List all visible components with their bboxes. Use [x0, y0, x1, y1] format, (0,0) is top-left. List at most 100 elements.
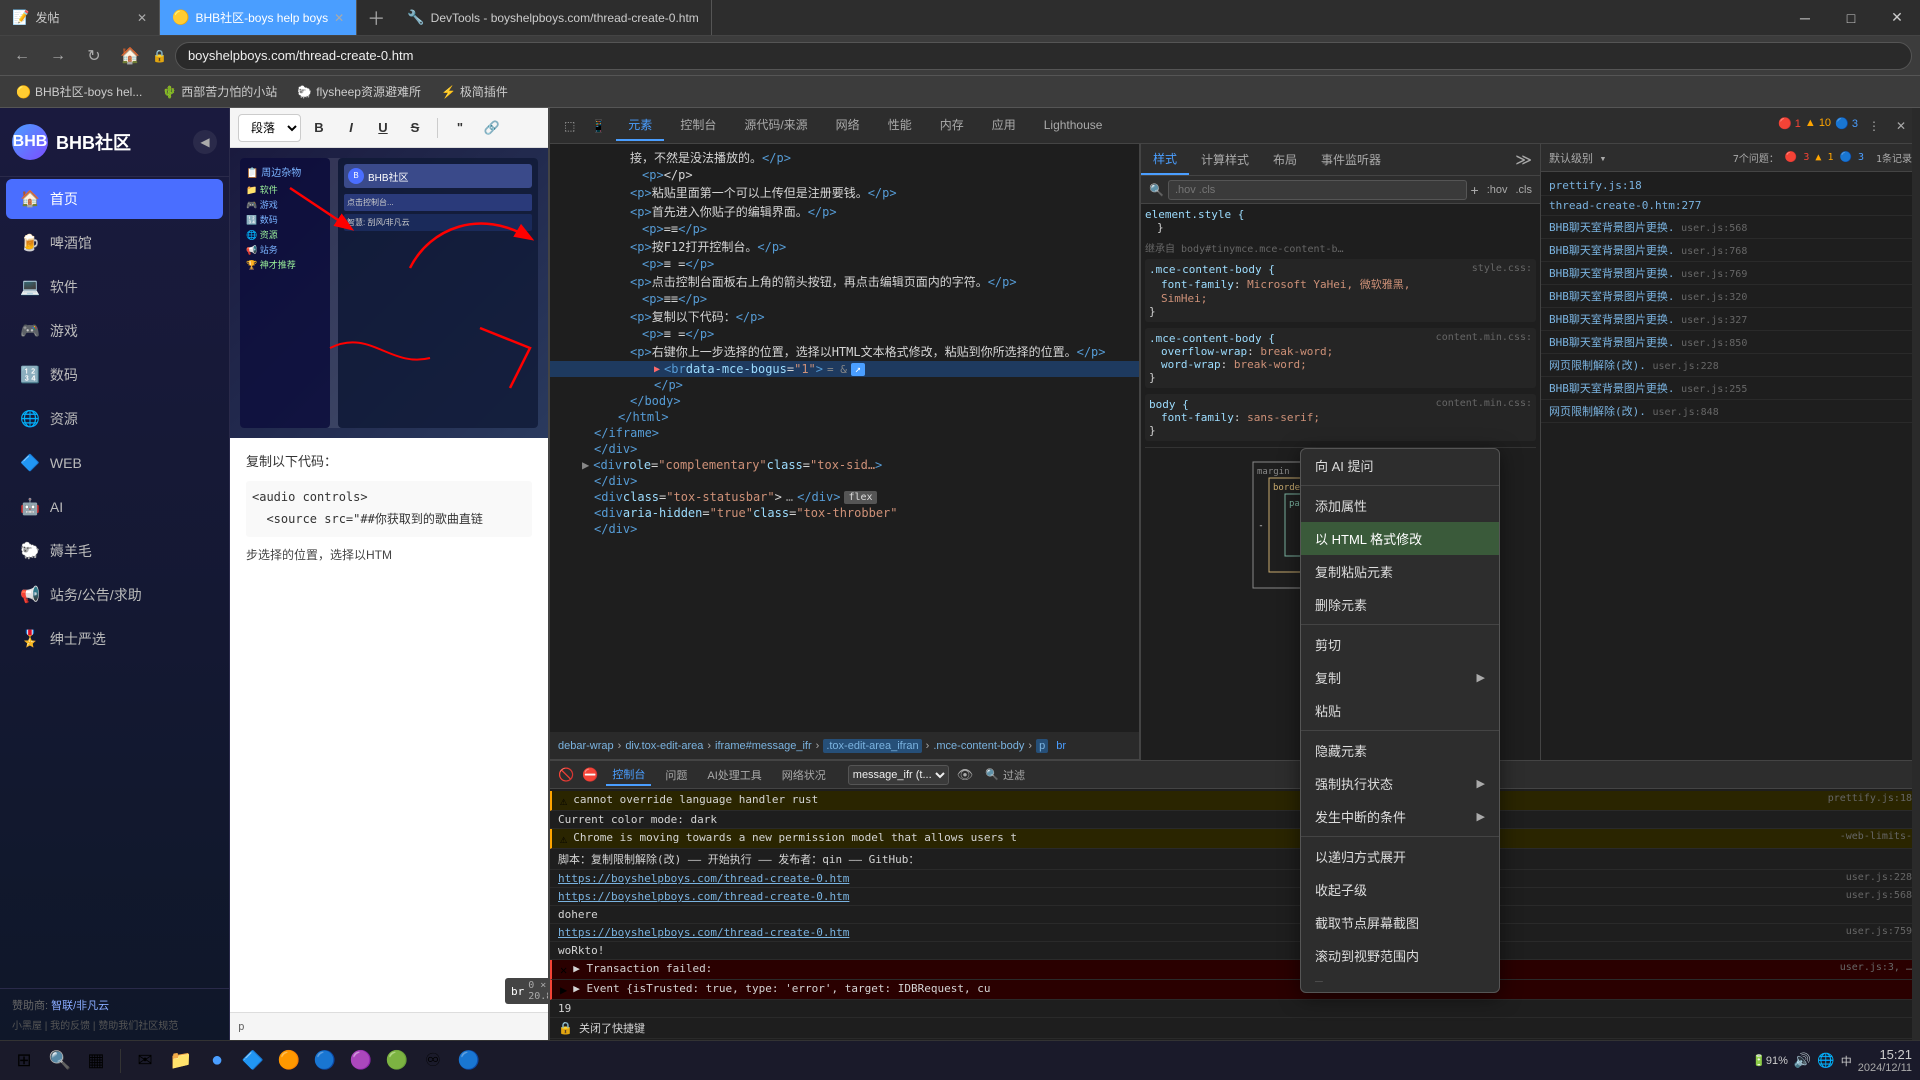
- ctx-item-screenshot[interactable]: 截取节点屏幕截图: [1301, 906, 1499, 939]
- back-button[interactable]: ←: [8, 42, 36, 70]
- ctx-item-hide[interactable]: 隐藏元素: [1301, 734, 1499, 767]
- style-tab-events[interactable]: 事件监听器: [1309, 145, 1393, 174]
- log-link-7[interactable]: BHB聊天室背景图片更换.: [1549, 336, 1675, 349]
- devtools-close-button[interactable]: ✕: [1890, 117, 1912, 135]
- system-clock[interactable]: 15:21 2024/12/11: [1858, 1047, 1912, 1074]
- expand-div[interactable]: ▶: [582, 458, 589, 472]
- dt-tab-performance[interactable]: 性能: [876, 110, 924, 141]
- console-msg-4[interactable]: https://boyshelpboys.com/thread-create-0…: [550, 870, 1920, 888]
- quote-button[interactable]: ": [446, 114, 474, 142]
- expand-element-button[interactable]: ↗: [851, 363, 865, 376]
- explorer-icon[interactable]: 📁: [165, 1045, 197, 1077]
- log-entry-9[interactable]: BHB聊天室背景图片更换. user.js:255: [1541, 377, 1920, 400]
- bookmark-item-0[interactable]: 🟡 BHB社区-boys hel...: [8, 81, 150, 102]
- devtools-mobile-icon[interactable]: 📱: [585, 117, 612, 135]
- console-content[interactable]: ⚠ cannot override language handler rust …: [550, 789, 1920, 1040]
- log-entry-5[interactable]: BHB聊天室背景图片更换. user.js:320: [1541, 285, 1920, 308]
- breadcrumb-item-3[interactable]: .tox-edit-area_ifran: [823, 739, 921, 753]
- sidebar-item-games[interactable]: 🎮 游戏: [6, 311, 223, 351]
- italic-button[interactable]: I: [337, 114, 365, 142]
- task-view-button[interactable]: ▦: [80, 1045, 112, 1077]
- taskbar-icon-4[interactable]: 🔵: [309, 1045, 341, 1077]
- edge-icon[interactable]: 🔷: [237, 1045, 269, 1077]
- html-line-19[interactable]: <div class="tox-statusbar"> … </div> fle…: [550, 489, 1139, 505]
- log-link-4[interactable]: BHB聊天室背景图片更换.: [1549, 267, 1675, 280]
- dt-tab-application[interactable]: 应用: [980, 110, 1028, 141]
- log-link-10[interactable]: 网页限制解除(改).: [1549, 405, 1646, 418]
- breadcrumb-item-4[interactable]: .mce-content-body: [933, 740, 1024, 752]
- log-entry-8[interactable]: 网页限制解除(改). user.js:228: [1541, 354, 1920, 377]
- bookmark-item-3[interactable]: ⚡ 极简插件: [433, 81, 516, 102]
- console-filter-button[interactable]: ⛔: [582, 767, 598, 783]
- mail-icon[interactable]: ✉: [129, 1045, 161, 1077]
- dt-tab-console[interactable]: 控制台: [668, 110, 728, 141]
- ctx-item-scroll[interactable]: 滚动到视野范围内: [1301, 939, 1499, 972]
- editor-text-content[interactable]: 复制以下代码： <audio controls> <source src="##…: [230, 438, 548, 578]
- html-line-3[interactable]: <p>首先进入你贴子的编辑界面。</p>: [550, 202, 1139, 221]
- bold-button[interactable]: B: [305, 114, 333, 142]
- console-msg-5[interactable]: https://boyshelpboys.com/thread-create-0…: [550, 888, 1920, 906]
- log-link-6[interactable]: BHB聊天室背景图片更换.: [1549, 313, 1675, 326]
- tray-ime[interactable]: 中: [1841, 1053, 1852, 1069]
- tab-bhb-close[interactable]: ✕: [334, 11, 344, 25]
- style-tab-styles[interactable]: 样式: [1141, 144, 1189, 175]
- hov-button[interactable]: :hov: [1487, 184, 1508, 196]
- tray-network[interactable]: 🌐: [1817, 1052, 1834, 1069]
- log-entry-6[interactable]: BHB聊天室背景图片更换. user.js:327: [1541, 308, 1920, 331]
- ctx-item-force-state[interactable]: 强制执行状态 ▶: [1301, 767, 1499, 800]
- html-line-15[interactable]: </iframe>: [550, 425, 1139, 441]
- underline-button[interactable]: U: [369, 114, 397, 142]
- minimize-button[interactable]: ─: [1782, 0, 1828, 36]
- console-msg-2[interactable]: ⚠ Chrome is moving towards a new permiss…: [550, 829, 1920, 849]
- html-tree-view[interactable]: 接，不然是没法播放的。</p> <p></p> <p>粘贴里面第一个可以上传但是…: [550, 144, 1139, 732]
- add-class-button[interactable]: +: [1471, 182, 1479, 198]
- console-msg-9[interactable]: ✕ ▶ Transaction failed: user.js:3, …: [550, 960, 1920, 980]
- ctx-item-add-attr[interactable]: 添加属性: [1301, 489, 1499, 522]
- devtools-inspect-icon[interactable]: ⬚: [558, 117, 581, 135]
- log-entry-2[interactable]: BHB聊天室背景图片更换. user.js:568: [1541, 216, 1920, 239]
- ctx-item-paste[interactable]: 粘贴: [1301, 694, 1499, 727]
- ctx-item-ai[interactable]: 向 AI 提问: [1301, 449, 1499, 482]
- html-line-7[interactable]: <p>点击控制台面板右上角的箭头按钮，再点击编辑页面内的字符。</p>: [550, 272, 1139, 291]
- html-line-4[interactable]: <p>=≡</p>: [550, 221, 1139, 237]
- html-line-1[interactable]: <p></p>: [550, 167, 1139, 183]
- sidebar-item-beer[interactable]: 🍺 啤酒馆: [6, 223, 223, 263]
- sidebar-item-wool[interactable]: 🐑 薅羊毛: [6, 531, 223, 571]
- bookmark-item-2[interactable]: 🐑 flysheep资源避难所: [289, 81, 429, 102]
- tab-bhb[interactable]: 🟡 BHB社区-boys help boys ✕: [160, 0, 357, 35]
- dt-tab-lighthouse[interactable]: Lighthouse: [1032, 112, 1115, 140]
- dt-tab-memory[interactable]: 内存: [928, 110, 976, 141]
- start-button[interactable]: ⊞: [8, 1045, 40, 1077]
- eye-button[interactable]: 👁: [957, 767, 974, 783]
- ctx-item-cut[interactable]: 剪切: [1301, 628, 1499, 661]
- sidebar-item-software[interactable]: 💻 软件: [6, 267, 223, 307]
- console-msg-7[interactable]: https://boyshelpboys.com/thread-create-0…: [550, 924, 1920, 942]
- sidebar-collapse-button[interactable]: ◀: [193, 130, 217, 154]
- html-line-14[interactable]: </html>: [550, 409, 1139, 425]
- home-button[interactable]: 🏠: [116, 42, 144, 70]
- ctx-item-breakpoint[interactable]: 发生中断的条件 ▶: [1301, 800, 1499, 833]
- html-line-12[interactable]: </p>: [550, 377, 1139, 393]
- style-tab-computed[interactable]: 计算样式: [1189, 145, 1261, 174]
- log-link-5[interactable]: BHB聊天室背景图片更换.: [1549, 290, 1675, 303]
- ctx-item-copy[interactable]: 复制 ▶: [1301, 661, 1499, 694]
- dt-tab-network[interactable]: 网络: [824, 110, 872, 141]
- console-msg-1[interactable]: Current color mode: dark: [550, 811, 1920, 829]
- sidebar-item-station[interactable]: 📢 站务/公告/求助: [6, 575, 223, 615]
- log-entry-10[interactable]: 网页限制解除(改). user.js:848: [1541, 400, 1920, 423]
- url-input[interactable]: [175, 42, 1912, 70]
- log-entry-7[interactable]: BHB聊天室背景图片更换. user.js:850: [1541, 331, 1920, 354]
- style-tab-layout[interactable]: 布局: [1261, 145, 1309, 174]
- html-line-5[interactable]: <p>按F12打开控制台。</p>: [550, 237, 1139, 256]
- console-sub-tab[interactable]: 控制台: [606, 764, 651, 786]
- close-button[interactable]: ✕: [1874, 0, 1920, 36]
- tab-fatie-close[interactable]: ✕: [137, 11, 147, 25]
- sidebar-item-gentleman[interactable]: 🎖️ 绅士严选: [6, 619, 223, 659]
- console-msg-0[interactable]: ⚠ cannot override language handler rust …: [550, 791, 1920, 811]
- search-button[interactable]: 🔍: [44, 1045, 76, 1077]
- breadcrumb-item-br[interactable]: p: [1036, 739, 1048, 753]
- html-line-16[interactable]: </div>: [550, 441, 1139, 457]
- log-default-level[interactable]: 默认级别 ▾: [1549, 150, 1606, 166]
- editor-canvas[interactable]: 📋 周边杂物 📁 软件 🎮 游戏 🔢 数码 🌐 资源 📢 站务 🏆 神才推荐: [230, 148, 548, 1012]
- console-msg-10[interactable]: ▶ ▶ Event {isTrusted: true, type: 'error…: [550, 980, 1920, 1000]
